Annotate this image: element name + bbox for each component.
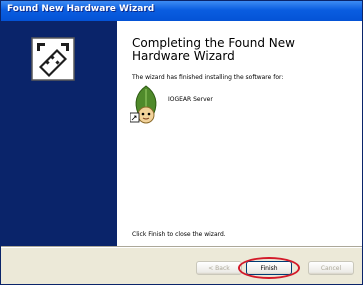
device-name: IOGEAR Server bbox=[168, 96, 213, 103]
page-title: Completing the Found New Hardware Wizard bbox=[132, 36, 295, 63]
hardware-wizard-icon bbox=[31, 37, 75, 81]
device-leaf-icon bbox=[130, 85, 157, 124]
back-button[interactable]: < Back bbox=[196, 261, 242, 275]
button-separator bbox=[1, 246, 362, 248]
wizard-content: Completing the Found New Hardware Wizard… bbox=[117, 21, 362, 246]
wizard-window: Found New Hardware Wizard Completing the… bbox=[0, 0, 363, 285]
window-title: Found New Hardware Wizard bbox=[7, 4, 155, 14]
close-instruction: Click Finish to close the wizard. bbox=[132, 231, 226, 238]
finish-highlight-ring bbox=[238, 257, 300, 279]
title-bar[interactable]: Found New Hardware Wizard bbox=[1, 1, 362, 21]
installed-message: The wizard has finished installing the s… bbox=[132, 74, 284, 81]
device-entry: IOGEAR Server bbox=[130, 85, 330, 125]
cancel-button[interactable]: Cancel bbox=[308, 261, 354, 275]
wizard-sidebar bbox=[1, 21, 117, 246]
